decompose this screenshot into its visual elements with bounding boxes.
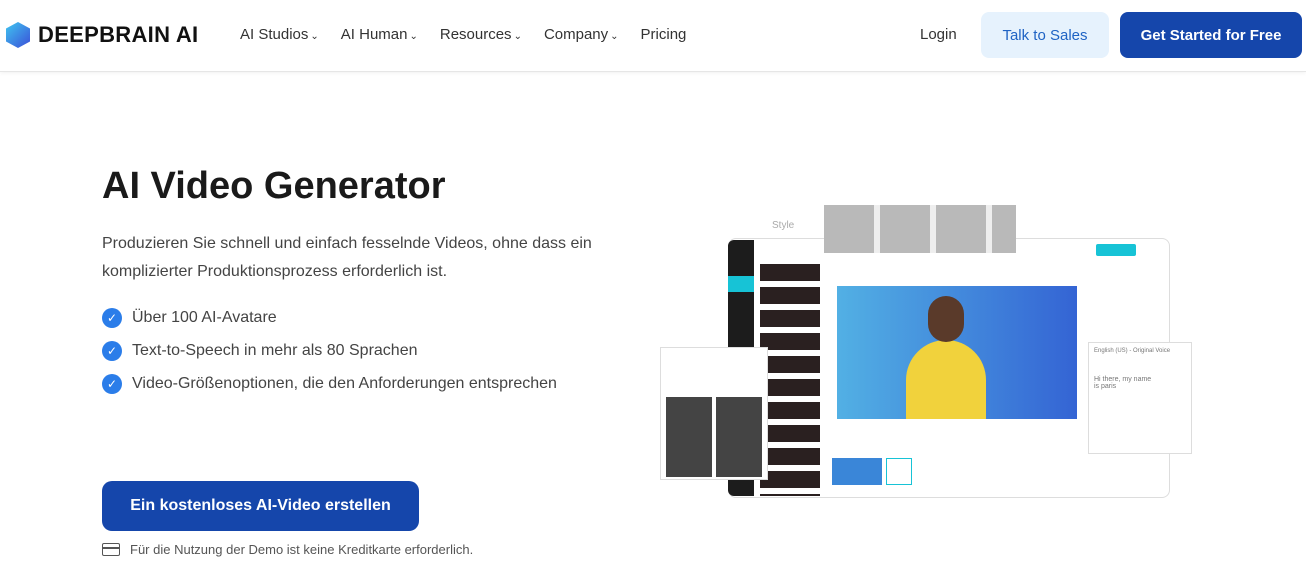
avatar-figure: [906, 340, 986, 419]
create-video-button[interactable]: Ein kostenloses AI-Video erstellen: [102, 481, 419, 531]
add-scene-button: [886, 458, 912, 485]
top-nav: DEEPBRAIN AI AI Studios ⌄ AI Human ⌄ Resou…: [0, 0, 1306, 72]
talk-to-sales-button[interactable]: Talk to Sales: [981, 12, 1109, 58]
credit-card-icon: [102, 543, 120, 556]
chevron-down-icon: ⌄: [610, 31, 619, 42]
nav-ai-human[interactable]: AI Human ⌄: [341, 26, 418, 43]
chevron-down-icon: ⌄: [513, 31, 522, 42]
sidebar-active-item: [728, 276, 754, 292]
nav-company[interactable]: Company ⌄: [544, 26, 619, 43]
logo[interactable]: DEEPBRAIN AI: [6, 22, 198, 48]
feature-item: ✓ Text-to-Speech in mehr als 80 Sprachen: [102, 337, 562, 365]
hero-description: Produzieren Sie schnell und einfach fess…: [102, 235, 592, 280]
page-title: AI Video Generator: [102, 165, 446, 207]
export-button: [1096, 244, 1136, 256]
check-icon: ✓: [102, 308, 122, 328]
chevron-down-icon: ⌄: [409, 31, 418, 42]
get-started-button[interactable]: Get Started for Free: [1120, 12, 1302, 58]
avatar-grid: [760, 264, 820, 496]
no-credit-card-note: Für die Nutzung der Demo ist keine Kredi…: [102, 542, 473, 557]
scene-thumbnail: [832, 458, 882, 485]
style-strip: [824, 205, 1016, 253]
avatar-head: [928, 296, 964, 342]
background-thumbnails: [666, 397, 762, 477]
logo-icon: [6, 22, 30, 48]
feature-item: ✓ Über 100 AI-Avatare: [102, 304, 562, 332]
nav-resources[interactable]: Resources ⌄: [440, 26, 522, 43]
chevron-down-icon: ⌄: [310, 31, 319, 42]
check-icon: ✓: [102, 374, 122, 394]
feature-item: ✓ Video-Größenoptionen, die den Anforderu…: [102, 370, 562, 398]
voice-panel: English (US) - Original Voice Hi there, …: [1088, 342, 1192, 454]
nav-ai-studios[interactable]: AI Studios ⌄: [240, 26, 319, 43]
product-illustration: Style English (US) - Original Voice Hi t…: [660, 200, 1200, 500]
login-link[interactable]: Login: [920, 26, 957, 43]
check-icon: ✓: [102, 341, 122, 361]
nav-pricing[interactable]: Pricing: [641, 26, 687, 43]
feature-list: ✓ Über 100 AI-Avatare ✓ Text-to-Speech in …: [102, 304, 562, 403]
